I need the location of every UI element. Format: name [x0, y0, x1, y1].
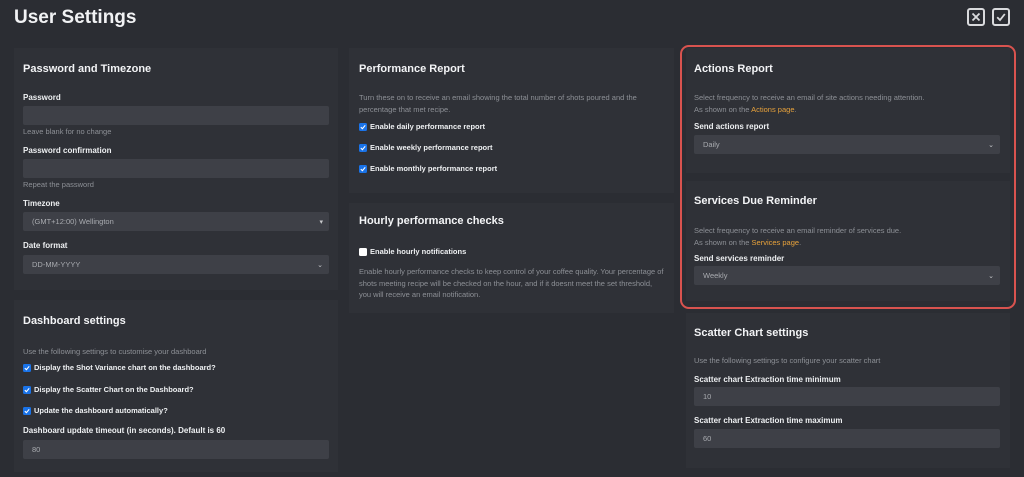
- hourly-checks-panel: Hourly performance checks Enable hourly …: [349, 203, 674, 313]
- scatter-min-label: Scatter chart Extraction time minimum: [694, 375, 841, 384]
- checkbox-checked-icon: [359, 143, 367, 152]
- password-help: Leave blank for no change: [23, 127, 112, 136]
- checkbox-label: Enable monthly performance report: [370, 164, 498, 173]
- password-label: Password: [23, 93, 61, 102]
- checkbox-label: Display the Scatter Chart on the Dashboa…: [34, 385, 194, 394]
- chevron-down-icon: ⌄: [317, 261, 323, 269]
- password-confirm-help: Repeat the password: [23, 180, 94, 189]
- hourly-description: Enable hourly performance checks to keep…: [359, 267, 664, 299]
- monthly-report-checkbox[interactable]: Enable monthly performance report: [359, 164, 497, 173]
- password-input[interactable]: [23, 106, 329, 125]
- close-icon[interactable]: [967, 8, 985, 26]
- checkbox-label: Enable hourly notifications: [370, 247, 467, 256]
- dashboard-description: Use the following settings to customise …: [23, 347, 207, 356]
- date-format-value: DD-MM-YYYY: [32, 260, 81, 269]
- caret-down-icon: ▾: [319, 218, 323, 226]
- password-timezone-panel: Password and Timezone Password Leave bla…: [14, 48, 338, 290]
- checkbox-checked-icon: [359, 122, 367, 131]
- checkbox-checked-icon: [23, 385, 31, 394]
- scatter-min-input[interactable]: 10: [694, 387, 1000, 406]
- dashboard-timeout-label: Dashboard update timeout (in seconds). D…: [23, 426, 226, 435]
- checkbox-checked-icon: [359, 164, 367, 173]
- checkbox-checked-icon: [23, 406, 31, 415]
- hourly-notifications-checkbox[interactable]: Enable hourly notifications: [359, 247, 466, 256]
- highlight-frame: [680, 45, 1016, 309]
- checkbox-unchecked-icon: [359, 247, 367, 256]
- checkbox-checked-icon: [23, 363, 31, 372]
- dashboard-settings-panel: Dashboard settings Use the following set…: [14, 300, 338, 472]
- page-title: User Settings: [14, 7, 137, 28]
- timezone-label: Timezone: [23, 199, 60, 208]
- scatter-max-label: Scatter chart Extraction time maximum: [694, 416, 843, 425]
- checkbox-label: Enable daily performance report: [370, 122, 486, 131]
- daily-report-checkbox[interactable]: Enable daily performance report: [359, 122, 485, 131]
- scatter-max-input[interactable]: 60: [694, 429, 1000, 448]
- auto-update-checkbox[interactable]: Update the dashboard automatically?: [23, 406, 168, 415]
- checkbox-label: Enable weekly performance report: [370, 143, 493, 152]
- scatter-description: Use the following settings to configure …: [694, 356, 881, 365]
- date-format-select[interactable]: DD-MM-YYYY ⌄: [23, 255, 329, 274]
- timezone-select[interactable]: (GMT+12:00) Wellington ▾: [23, 212, 329, 231]
- dashboard-settings-title: Dashboard settings: [23, 315, 126, 327]
- checkbox-label: Display the Shot Variance chart on the d…: [34, 363, 216, 372]
- performance-description: Turn these on to receive an email showin…: [359, 93, 637, 114]
- password-timezone-title: Password and Timezone: [23, 63, 152, 75]
- performance-report-title: Performance Report: [359, 63, 465, 75]
- confirm-icon[interactable]: [992, 8, 1010, 26]
- shot-variance-checkbox[interactable]: Display the Shot Variance chart on the d…: [23, 363, 216, 372]
- date-format-label: Date format: [23, 241, 68, 250]
- password-confirm-label: Password confirmation: [23, 146, 112, 155]
- hourly-checks-title: Hourly performance checks: [359, 215, 504, 227]
- dashboard-timeout-input[interactable]: 80: [23, 440, 329, 459]
- performance-report-panel: Performance Report Turn these on to rece…: [349, 48, 674, 193]
- weekly-report-checkbox[interactable]: Enable weekly performance report: [359, 143, 493, 152]
- password-confirm-input[interactable]: [23, 159, 329, 178]
- timezone-value: (GMT+12:00) Wellington: [32, 217, 114, 226]
- scatter-chart-checkbox[interactable]: Display the Scatter Chart on the Dashboa…: [23, 385, 194, 394]
- scatter-settings-title: Scatter Chart settings: [694, 327, 809, 339]
- scatter-settings-panel: Scatter Chart settings Use the following…: [686, 313, 1010, 468]
- check-glyph: [996, 13, 1006, 22]
- checkbox-label: Update the dashboard automatically?: [34, 406, 168, 415]
- x-glyph: [971, 12, 981, 22]
